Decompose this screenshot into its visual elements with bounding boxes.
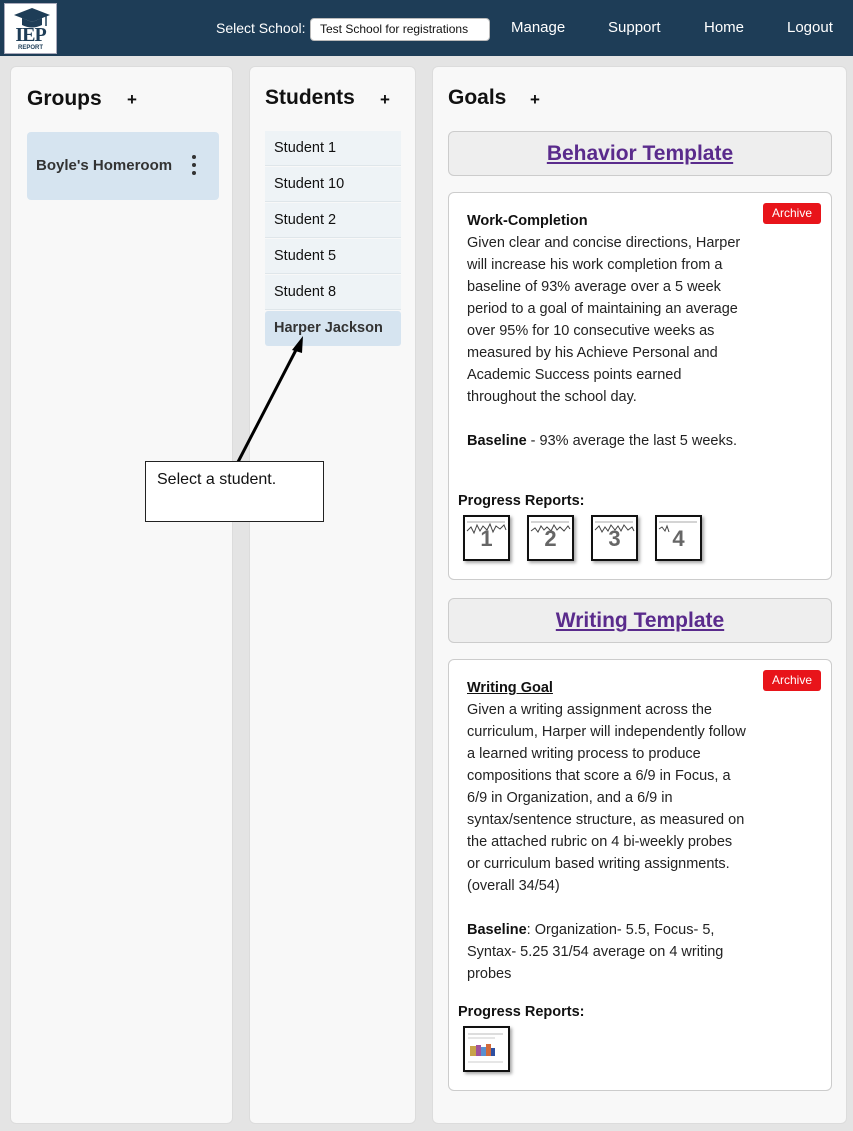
goal-baseline: Baseline: Organization- 5.5, Focus- 5, S… <box>467 919 757 985</box>
groups-panel: Groups + Boyle's Homeroom <box>10 66 233 1124</box>
report-number: 2 <box>544 526 557 551</box>
baseline-label: Baseline <box>467 433 527 449</box>
baseline-text: - 93% average the last 5 weeks. <box>526 433 738 449</box>
goal-description: Given clear and concise directions, Harp… <box>467 235 741 405</box>
baseline-label: Baseline <box>467 922 527 938</box>
progress-report-thumbnail-3[interactable]: 3 <box>591 515 638 561</box>
goal-baseline: Baseline - 93% average the last 5 weeks. <box>467 430 757 452</box>
progress-reports-label: Progress Reports: <box>458 493 585 509</box>
students-title: Students <box>265 86 355 109</box>
goals-panel: Goals + Behavior Template Archive Work-C… <box>432 66 847 1124</box>
logo-subtext: REPORT <box>17 45 43 51</box>
student-item-harper-jackson[interactable]: Harper Jackson <box>265 311 401 346</box>
select-school-label: Select School: <box>216 20 306 36</box>
kebab-menu-icon[interactable] <box>184 152 204 178</box>
archive-button[interactable]: Archive <box>763 670 821 691</box>
progress-reports-label: Progress Reports: <box>458 1004 585 1020</box>
groups-title: Groups <box>27 87 102 110</box>
iep-report-logo[interactable]: IEP REPORT <box>4 3 57 54</box>
report-number: 1 <box>480 526 493 551</box>
add-goal-button[interactable]: + <box>530 90 540 110</box>
progress-report-thumbnail-4[interactable]: 4 <box>655 515 702 561</box>
student-item-8[interactable]: Student 8 <box>265 275 401 310</box>
goal-title: Writing Goal <box>467 680 553 696</box>
student-item-10[interactable]: Student 10 <box>265 167 401 202</box>
writing-template-header: Writing Template <box>448 598 832 643</box>
student-item-2[interactable]: Student 2 <box>265 203 401 238</box>
students-panel: Students + Student 1 Student 10 Student … <box>249 66 416 1124</box>
goal-description: Given a writing assignment across the cu… <box>467 702 746 894</box>
top-navbar: IEP REPORT Select School: Test School fo… <box>0 0 853 56</box>
annotation-callout: Select a student. <box>145 461 324 522</box>
behavior-template-link[interactable]: Behavior Template <box>547 142 733 165</box>
progress-report-thumbnail-1[interactable]: 1 <box>463 515 510 561</box>
writing-template-link[interactable]: Writing Template <box>556 609 724 632</box>
report-number: 4 <box>672 526 685 551</box>
archive-button[interactable]: Archive <box>763 203 821 224</box>
behavior-template-header: Behavior Template <box>448 131 832 176</box>
group-item[interactable]: Boyle's Homeroom <box>27 132 219 200</box>
goal-title: Work-Completion <box>467 213 588 229</box>
add-student-button[interactable]: + <box>380 90 390 110</box>
nav-home[interactable]: Home <box>704 19 744 36</box>
group-name: Boyle's Homeroom <box>36 157 173 174</box>
progress-report-thumbnail-2[interactable]: 2 <box>527 515 574 561</box>
nav-support[interactable]: Support <box>608 19 661 36</box>
report-number: 3 <box>608 526 621 551</box>
student-item-1[interactable]: Student 1 <box>265 131 401 166</box>
school-select[interactable]: Test School for registrations <box>310 18 490 41</box>
goals-title: Goals <box>448 86 507 109</box>
progress-report-thumbnail[interactable] <box>463 1026 510 1072</box>
student-item-5[interactable]: Student 5 <box>265 239 401 274</box>
add-group-button[interactable]: + <box>127 90 137 110</box>
logo-text: IEP <box>15 24 46 46</box>
nav-manage[interactable]: Manage <box>511 19 565 36</box>
goal-card-writing: Archive Writing Goal Given a writing ass… <box>448 659 832 1091</box>
nav-logout[interactable]: Logout <box>787 19 833 36</box>
goal-card-behavior: Archive Work-Completion Given clear and … <box>448 192 832 580</box>
annotation-text: Select a student. <box>157 471 277 488</box>
